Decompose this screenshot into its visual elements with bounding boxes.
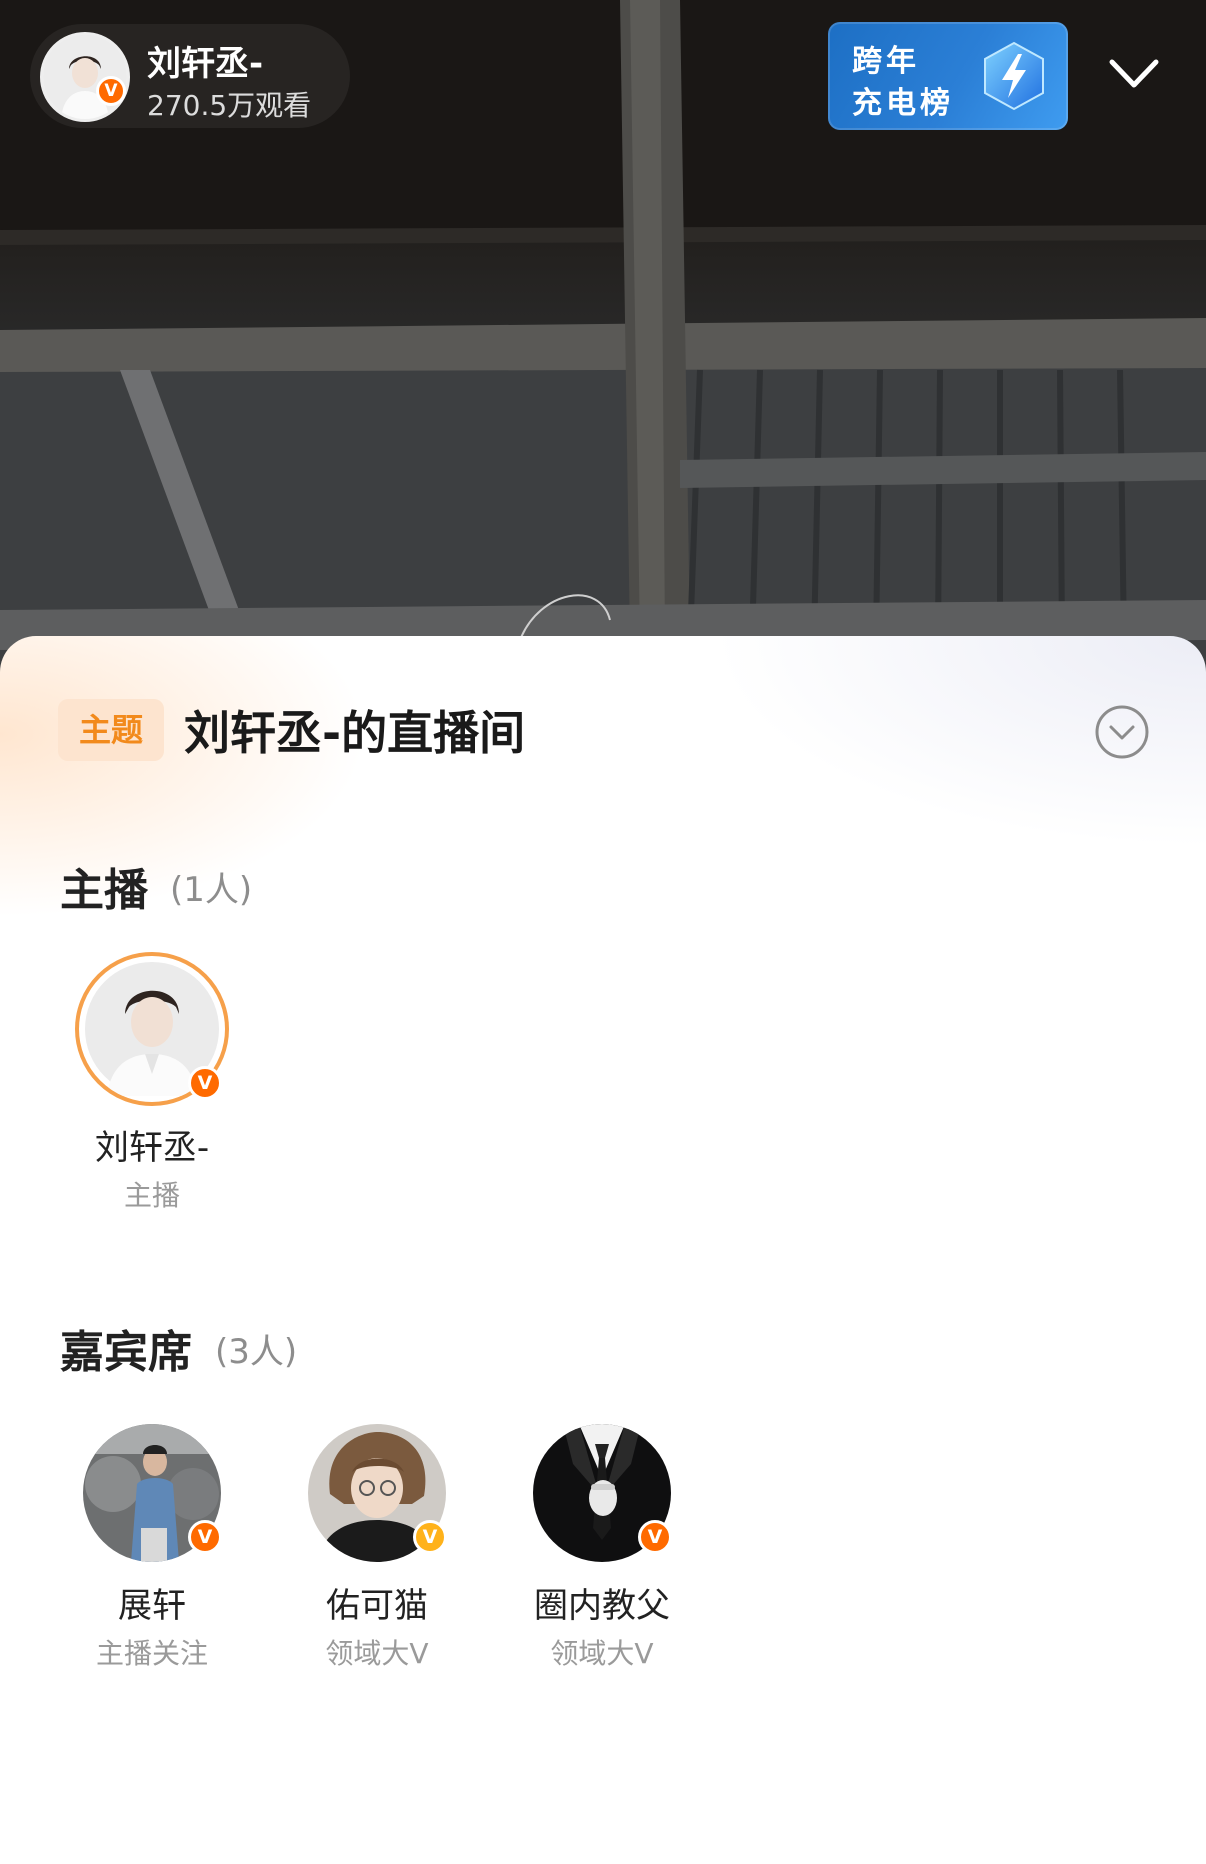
hosts-count: (1人) xyxy=(170,870,253,910)
view-count: 270.5万观看 xyxy=(147,89,312,122)
verified-v-icon: V xyxy=(413,1520,447,1554)
guest-role-3: 领域大V xyxy=(550,1637,654,1670)
guest-name-3: 圈内教父 xyxy=(534,1586,670,1626)
host-card[interactable]: V 刘轩丞- 主播 xyxy=(52,952,252,1212)
rank-banner-line1: 跨年 xyxy=(852,44,920,79)
verified-v-icon: V xyxy=(638,1520,672,1554)
guest-card-1[interactable]: V 展轩 主播关注 xyxy=(52,1424,252,1684)
guest-card-2[interactable]: V 佑可猫 领域大V xyxy=(277,1424,477,1684)
guests-section-title: 嘉宾席 xyxy=(60,1327,192,1378)
live-room-info-sheet: 主题 刘轩丞-的直播间 主播 (1人) V 刘轩丞- 主播 嘉宾席 (3人) V… xyxy=(0,636,1206,1864)
verified-v-icon: V xyxy=(96,76,126,106)
guest-card-3[interactable]: V 圈内教父 领域大V xyxy=(502,1424,702,1684)
guest-role-2: 领域大V xyxy=(325,1637,429,1670)
verified-v-icon: V xyxy=(188,1520,222,1554)
chevron-down-icon[interactable] xyxy=(1108,58,1160,90)
host-role: 主播 xyxy=(123,1179,180,1212)
expand-circle-icon[interactable] xyxy=(1094,704,1150,760)
lightning-bolt-icon xyxy=(984,41,1044,111)
host-name: 刘轩丞- xyxy=(94,1128,210,1168)
verified-v-icon: V xyxy=(188,1066,222,1100)
streamer-name[interactable]: 刘轩丞- xyxy=(147,36,263,85)
guests-count: (3人) xyxy=(215,1332,298,1372)
guest-name-1: 展轩 xyxy=(118,1586,186,1626)
guest-role-1: 主播关注 xyxy=(95,1637,208,1670)
topic-tag: 主题 xyxy=(58,699,164,761)
live-top-bar: V 刘轩丞- 270.5万观看 跨年 充电榜 xyxy=(0,0,1206,160)
room-title: 刘轩丞-的直播间 xyxy=(184,706,526,760)
rank-banner-line2: 充电榜 xyxy=(852,86,954,121)
new-year-charge-rank-button[interactable]: 跨年 充电榜 xyxy=(828,22,1068,130)
guest-name-2: 佑可猫 xyxy=(326,1586,428,1626)
hosts-section-title: 主播 xyxy=(60,865,148,916)
